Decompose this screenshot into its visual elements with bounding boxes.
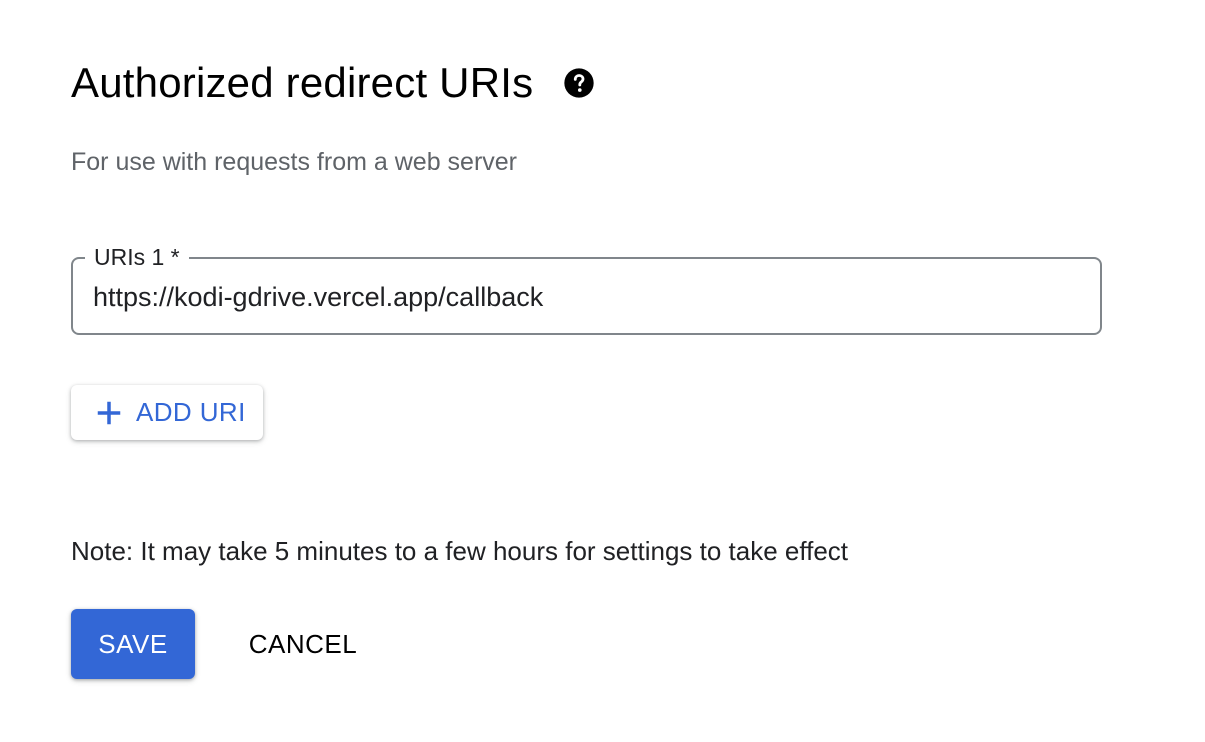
uri-field-label: URIs 1 * <box>85 242 189 272</box>
cancel-button-label: CANCEL <box>248 628 358 659</box>
plus-icon <box>94 398 124 428</box>
cancel-button[interactable]: CANCEL <box>230 609 376 679</box>
add-uri-label: ADD URI <box>136 397 246 427</box>
settings-note: Note: It may take 5 minutes to a few hou… <box>71 536 849 566</box>
save-button[interactable]: SAVE <box>71 609 195 679</box>
save-button-label: SAVE <box>98 628 168 659</box>
uri-input[interactable] <box>93 279 1073 315</box>
add-uri-button[interactable]: ADD URI <box>71 385 263 440</box>
uri-field[interactable]: URIs 1 * <box>71 242 1102 335</box>
section-title: Authorized redirect URIs <box>71 59 534 106</box>
section-header: Authorized redirect URIs <box>71 58 595 108</box>
help-circle-icon[interactable] <box>563 67 595 99</box>
section-subtitle: For use with requests from a web server <box>71 148 517 176</box>
